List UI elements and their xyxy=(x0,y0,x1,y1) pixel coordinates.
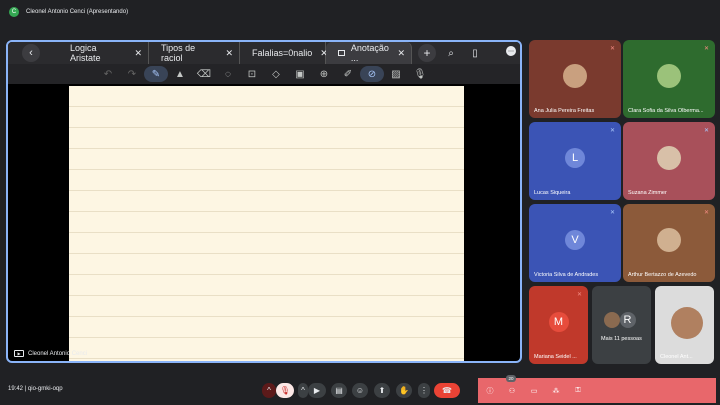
zoom-icon[interactable]: ⊕ xyxy=(312,66,336,82)
participant-initial: R xyxy=(619,312,636,328)
participant-name: Mariana Seidel ... xyxy=(534,354,577,360)
participant-initial: M xyxy=(548,312,569,332)
presenter-avatar: C xyxy=(9,7,19,17)
tab-actions: + ⌕ ▯ xyxy=(418,44,490,62)
camera-options-button[interactable]: ^ xyxy=(298,383,308,398)
mic-options-button[interactable]: ^ xyxy=(262,383,276,398)
tab-label: Anotação ... xyxy=(350,43,389,63)
participant-photo xyxy=(657,146,681,170)
mic-muted-icon: ✕ xyxy=(703,46,709,52)
participant-initial: L xyxy=(565,148,585,168)
people-icon[interactable]: ⚇ xyxy=(506,387,518,395)
host-controls-icon[interactable]: ⚿ xyxy=(572,387,584,395)
mic-muted-icon: ✕ xyxy=(703,210,709,216)
shapes-icon[interactable]: ◇ xyxy=(264,66,288,82)
participant-tile[interactable]: L ✕ Lucas Siqueira xyxy=(529,122,621,200)
meeting-code: qio-gmki-oqp xyxy=(27,386,63,392)
search-icon[interactable]: ⌕ xyxy=(442,44,460,62)
presenter-name: Cleonel Antonio Cenci xyxy=(28,350,88,357)
participant-tile[interactable]: ✕ Ana Julia Pereira Freitas xyxy=(529,40,621,118)
emoji-button[interactable]: ☺ xyxy=(352,383,368,398)
more-options-button[interactable]: ⋮ xyxy=(418,383,430,398)
mic-muted-icon: ✕ xyxy=(703,128,709,134)
captions-button[interactable]: ▤ xyxy=(331,383,347,398)
pen-icon[interactable]: ✎ xyxy=(144,66,168,82)
participant-name: Arthur Bertazzo de Azevedo xyxy=(628,272,697,278)
more-icon[interactable]: ⋯ xyxy=(506,46,516,56)
tab-logica[interactable]: Logica Aristate ✕ xyxy=(58,42,149,64)
tab-label: Falalias=0nalio xyxy=(252,48,313,58)
participant-photo xyxy=(563,64,587,88)
background-icon[interactable]: ▨ xyxy=(384,66,408,82)
undo-icon[interactable]: ↶ xyxy=(96,66,120,82)
tab-label: Logica Aristate xyxy=(70,43,101,63)
participant-tile[interactable]: V ✕ Victoria Silva de Andrades xyxy=(529,204,621,282)
present-button[interactable]: ⬆ xyxy=(374,383,390,398)
participant-photo xyxy=(657,64,681,88)
people-count-badge: 20 xyxy=(506,375,516,382)
eraser-icon[interactable]: ⌫ xyxy=(192,66,216,82)
redo-icon[interactable]: ↷ xyxy=(120,66,144,82)
info-icon[interactable]: ⓘ xyxy=(484,386,496,396)
mic-muted-icon: ✕ xyxy=(609,128,615,134)
camera-toggle-button[interactable]: ▶ xyxy=(308,383,326,398)
laser-icon[interactable]: ✐ xyxy=(336,66,360,82)
participant-name: Ana Julia Pereira Freitas xyxy=(534,108,595,114)
participant-tile[interactable]: ✕ Arthur Bertazzo de Azevedo xyxy=(623,204,715,282)
presentation-title: Cleonel Antonio Cenci (Apresentando) xyxy=(26,9,129,15)
participant-name: Lucas Siqueira xyxy=(534,190,571,196)
tab-anotacao[interactable]: Anotação ... ✕ xyxy=(326,42,412,64)
meet-window: C Cleonel Antonio Cenci (Apresentando) ‹… xyxy=(0,0,720,405)
close-icon[interactable]: ✕ xyxy=(397,48,405,59)
participant-initial: V xyxy=(565,230,585,250)
participant-tile[interactable]: ✕ Clara Sofia da Silva Olberma... xyxy=(623,40,715,118)
more-people-tile[interactable]: R Mais 11 pessoas xyxy=(592,286,651,364)
close-icon[interactable]: ✕ xyxy=(225,48,233,59)
participant-photo xyxy=(603,312,620,328)
participant-name: Clara Sofia da Silva Olberma... xyxy=(628,108,704,114)
participant-name: Suzana Zimmer xyxy=(628,190,667,196)
presenter-label: ▶ Cleonel Antonio Cenci xyxy=(14,350,87,357)
participant-name: Victoria Silva de Andrades xyxy=(534,272,599,278)
participant-tile[interactable]: M ✕ Mariana Seidel ... xyxy=(529,286,588,364)
new-tab-button[interactable]: + xyxy=(418,44,436,62)
highlighter-icon[interactable]: ▲ xyxy=(168,66,192,82)
mic-muted-icon: ✕ xyxy=(609,210,615,216)
lined-notes-page[interactable] xyxy=(69,86,464,361)
lasso-icon[interactable]: ◌ xyxy=(216,66,240,82)
presentation-header: C Cleonel Antonio Cenci (Apresentando) xyxy=(0,0,720,24)
raise-hand-button[interactable]: ✋ xyxy=(396,383,412,398)
end-call-button[interactable]: ☎ xyxy=(434,383,460,398)
mic-toggle-button[interactable]: 🎙 xyxy=(276,383,294,398)
text-box-icon[interactable]: ⊡ xyxy=(240,66,264,82)
more-people-label: Mais 11 pessoas xyxy=(601,336,642,342)
sidebar-icon[interactable]: ▯ xyxy=(466,44,484,62)
participant-tile[interactable]: ✕ Suzana Zimmer xyxy=(623,122,715,200)
mic-muted-icon: ✕ xyxy=(576,292,582,298)
microphone-icon[interactable]: 🎙 xyxy=(408,66,432,82)
participant-photo xyxy=(657,228,681,252)
back-button[interactable]: ‹ xyxy=(22,44,40,62)
tab-tipos[interactable]: Tipos de raciol ✕ xyxy=(149,42,240,64)
shared-screen: ‹ Logica Aristate ✕ Tipos de raciol ✕ Fa… xyxy=(6,40,522,363)
tab-label: Tipos de raciol xyxy=(161,43,196,63)
touch-disable-icon[interactable]: ⊘ xyxy=(360,66,384,82)
window-icon xyxy=(338,50,345,56)
participant-photo xyxy=(670,307,703,339)
separator: | xyxy=(24,386,27,392)
meeting-time: 19:42 xyxy=(8,386,24,392)
browser-tab-bar: ‹ Logica Aristate ✕ Tipos de raciol ✕ Fa… xyxy=(8,42,520,64)
activities-icon[interactable]: ⁂ xyxy=(550,387,562,395)
close-icon[interactable]: ✕ xyxy=(134,48,142,59)
presenting-icon: ▶ xyxy=(14,350,24,357)
participant-name: Cleonel Ant... xyxy=(660,354,693,360)
annotation-toolbar: ↶ ↷ ✎ ▲ ⌫ ◌ ⊡ ◇ ▣ ⊕ ✐ ⊘ ▨ 🎙 xyxy=(8,64,520,84)
meeting-info: 19:42 | qio-gmki-oqp xyxy=(8,386,63,392)
self-view-tile[interactable]: Cleonel Ant... xyxy=(655,286,714,364)
tab-falacias[interactable]: Falalias=0nalio ✕ xyxy=(240,42,328,64)
mic-muted-icon: ✕ xyxy=(609,46,615,52)
chat-icon[interactable]: ▭ xyxy=(528,387,540,395)
image-icon[interactable]: ▣ xyxy=(288,66,312,82)
